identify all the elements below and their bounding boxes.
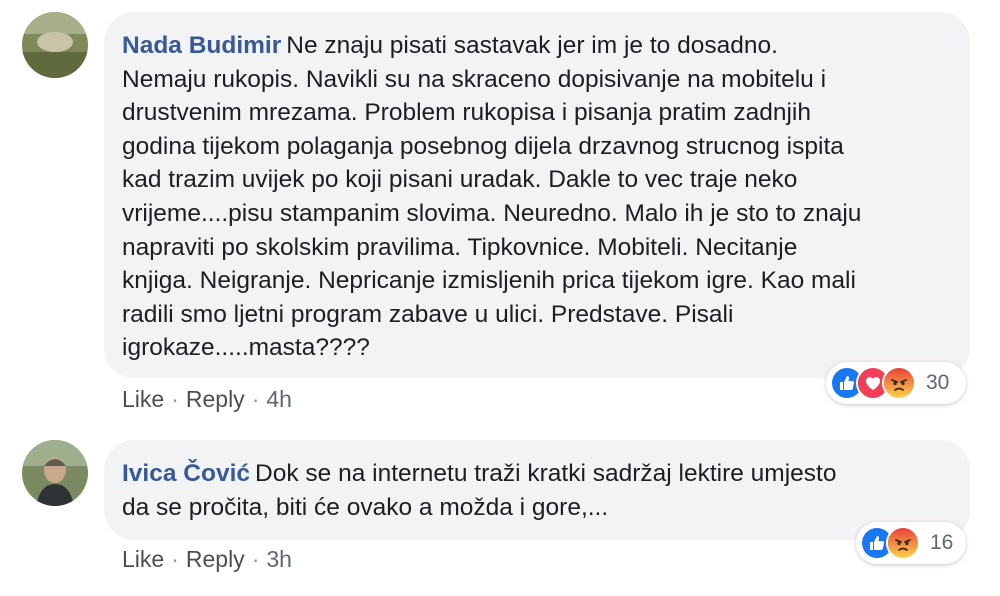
avatar-photo-icon: [22, 440, 88, 506]
separator: ·: [251, 546, 260, 572]
comment-actions: Like · Reply · 4h: [122, 386, 292, 413]
reaction-count: 16: [930, 531, 954, 554]
comment-text: Ne znaju pisati sastavak jer im je to do…: [122, 32, 862, 362]
comment-time[interactable]: 3h: [266, 546, 292, 572]
reactions-summary[interactable]: 16: [856, 522, 966, 564]
comment-actions: Like · Reply · 3h: [122, 546, 292, 573]
comment-time[interactable]: 4h: [266, 386, 292, 412]
separator: ·: [251, 386, 260, 412]
comment-body: Nada Budimir Ne znaju pisati sastavak jer…: [122, 29, 952, 365]
comment-author[interactable]: Ivica Čović: [122, 460, 250, 487]
separator: ·: [171, 546, 179, 572]
avatar[interactable]: [22, 12, 88, 78]
avatar[interactable]: [22, 440, 88, 506]
reaction-count: 30: [926, 371, 950, 394]
like-link[interactable]: Like: [122, 386, 164, 412]
reply-link[interactable]: Reply: [186, 386, 245, 412]
angry-icon: [882, 366, 916, 400]
comment-body: Ivica Čović Dok se na internetu traži kra…: [122, 457, 952, 524]
avatar-photo-icon: [22, 12, 88, 78]
comment-author[interactable]: Nada Budimir: [122, 32, 281, 59]
like-link[interactable]: Like: [122, 546, 164, 572]
angry-icon: [886, 526, 920, 560]
reply-link[interactable]: Reply: [186, 546, 245, 572]
comment-bubble: Ivica Čović Dok se na internetu traži kra…: [104, 440, 970, 540]
reactions-summary[interactable]: 30: [826, 362, 966, 404]
separator: ·: [171, 386, 179, 412]
comment-bubble: Nada Budimir Ne znaju pisati sastavak jer…: [104, 12, 970, 378]
